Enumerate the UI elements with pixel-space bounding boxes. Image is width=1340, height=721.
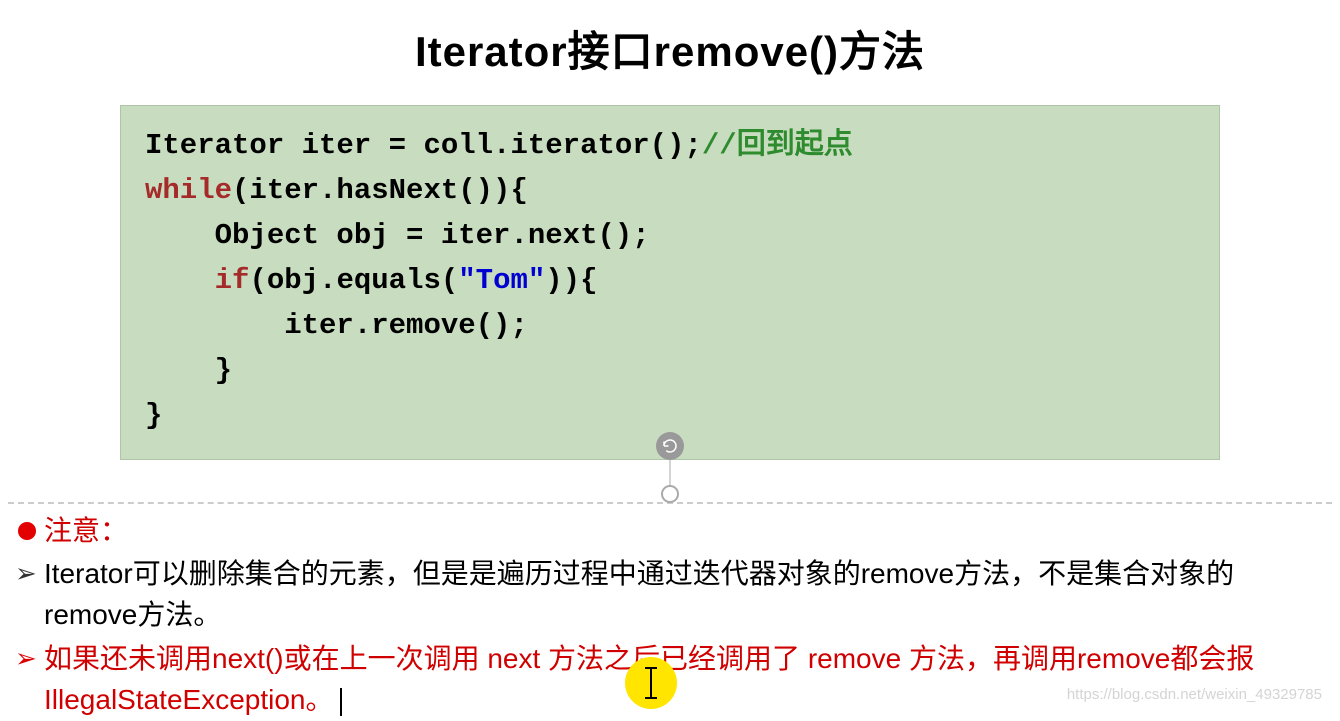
code-indent xyxy=(145,264,215,297)
watermark: https://blog.csdn.net/weixin_49329785 xyxy=(1067,686,1322,703)
mouse-cursor-highlight xyxy=(625,657,677,709)
ibeam-cursor-icon xyxy=(650,667,652,699)
code-line-5: iter.remove(); xyxy=(145,304,1195,349)
code-text: (obj.equals( xyxy=(249,264,458,297)
note-item-1: ➢ Iterator可以删除集合的元素，但是是遍历过程中通过迭代器对象的remo… xyxy=(18,553,1322,636)
resize-line xyxy=(670,460,671,488)
code-text: Iterator iter = coll.iterator(); xyxy=(145,129,702,162)
arrow-bullet-icon: ➢ xyxy=(15,557,37,591)
resize-handle-icon[interactable] xyxy=(661,485,679,503)
note-attention: 注意： xyxy=(18,510,1322,551)
code-keyword: while xyxy=(145,174,232,207)
code-line-4: if(obj.equals("Tom")){ xyxy=(145,259,1195,304)
page-title: Iterator接口remove()方法 xyxy=(0,0,1340,89)
code-comment: //回到起点 xyxy=(702,129,853,162)
code-string: "Tom" xyxy=(458,264,545,297)
code-block: Iterator iter = coll.iterator();//回到起点 w… xyxy=(120,105,1220,460)
note-text: Iterator可以删除集合的元素，但是是遍历过程中通过迭代器对象的remove… xyxy=(44,558,1234,630)
code-text: )){ xyxy=(545,264,597,297)
refresh-icon[interactable] xyxy=(656,432,684,460)
text-cursor-icon xyxy=(340,688,342,716)
attention-label: 注意： xyxy=(44,515,128,546)
code-text: (iter.hasNext()){ xyxy=(232,174,528,207)
code-line-3: Object obj = iter.next(); xyxy=(145,214,1195,259)
bullet-red-icon xyxy=(18,522,36,540)
code-line-6: } xyxy=(145,349,1195,394)
code-line-2: while(iter.hasNext()){ xyxy=(145,169,1195,214)
code-line-1: Iterator iter = coll.iterator();//回到起点 xyxy=(145,124,1195,169)
arrow-bullet-icon: ➢ xyxy=(15,642,37,676)
code-keyword: if xyxy=(215,264,250,297)
